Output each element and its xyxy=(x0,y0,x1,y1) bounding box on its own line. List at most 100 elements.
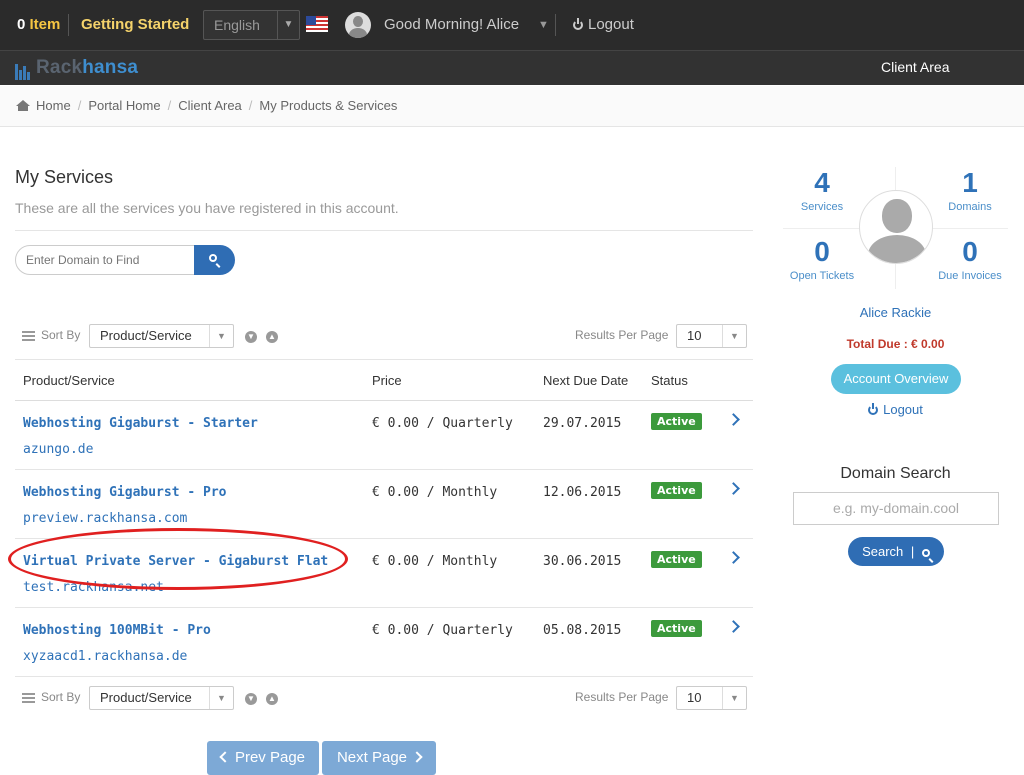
cart-count: 0 xyxy=(17,16,26,33)
chevron-down-icon: ▼ xyxy=(209,325,233,347)
search-icon xyxy=(209,254,217,262)
product-name[interactable]: Webhosting Gigaburst - Starter xyxy=(23,416,258,431)
sidebar-logout-link[interactable]: Logout xyxy=(783,402,1008,417)
cart-link[interactable]: 0 Item xyxy=(17,0,60,50)
product-domain[interactable]: azungo.de xyxy=(23,442,93,457)
results-per-page-value: 10 xyxy=(687,328,702,343)
domain-find-button[interactable] xyxy=(194,245,235,275)
results-per-page-select[interactable]: 10 ▼ xyxy=(676,324,747,348)
sort-asc-icon[interactable]: ▲ xyxy=(266,693,278,705)
breadcrumb-home[interactable]: Home xyxy=(36,98,71,113)
user-name[interactable]: Alice Rackie xyxy=(783,305,1008,320)
breadcrumb-client-area[interactable]: Client Area xyxy=(178,98,242,113)
sort-select[interactable]: Product/Service ▼ xyxy=(89,324,234,348)
product-price: € 0.00 / Quarterly xyxy=(372,623,513,638)
logo[interactable]: Rackhansa xyxy=(15,57,138,80)
product-domain[interactable]: test.rackhansa.net xyxy=(23,580,164,595)
sort-desc-icon[interactable]: ▼ xyxy=(245,331,257,343)
breadcrumb-current: My Products & Services xyxy=(259,98,398,113)
stat-due-invoices-value: 0 xyxy=(962,236,978,267)
chevron-right-icon xyxy=(411,751,423,763)
chevron-right-icon[interactable] xyxy=(727,482,740,495)
stat-domains[interactable]: 1 Domains xyxy=(914,167,1024,213)
power-icon xyxy=(573,18,583,30)
title-divider xyxy=(15,230,753,231)
chevron-right-icon[interactable] xyxy=(727,551,740,564)
logo-bars-icon xyxy=(15,58,31,80)
stat-services-value: 4 xyxy=(814,167,830,198)
breadcrumb-separator: / xyxy=(248,98,253,113)
domain-search-title: Domain Search xyxy=(840,465,951,482)
results-per-page-label: Results Per Page xyxy=(575,328,669,342)
logout-link[interactable]: Logout xyxy=(573,0,634,50)
topbar-divider xyxy=(68,14,69,36)
stat-services[interactable]: 4 Services xyxy=(766,167,878,213)
language-select[interactable]: English ▼ xyxy=(203,10,300,40)
product-domain[interactable]: preview.rackhansa.com xyxy=(23,511,187,526)
user-avatar-icon[interactable] xyxy=(345,12,371,38)
product-name[interactable]: Webhosting 100MBit - Pro xyxy=(23,623,211,638)
stat-due-invoices-label: Due Invoices xyxy=(938,270,1002,282)
prev-page-button[interactable]: Prev Page xyxy=(207,741,319,775)
col-price[interactable]: Price xyxy=(372,373,402,388)
nav-client-area[interactable]: Client Area xyxy=(881,51,949,84)
col-next-due-date[interactable]: Next Due Date xyxy=(543,373,628,388)
product-due-date: 30.06.2015 xyxy=(543,554,622,569)
results-per-page-value: 10 xyxy=(687,690,702,705)
product-name[interactable]: Webhosting Gigaburst - Pro xyxy=(23,485,227,500)
domain-find-input[interactable] xyxy=(15,245,195,275)
product-due-date: 05.08.2015 xyxy=(543,623,622,638)
stat-domains-label: Domains xyxy=(948,201,992,213)
status-badge: Active xyxy=(651,482,702,499)
page-title: My Services xyxy=(15,167,114,187)
sort-select[interactable]: Product/Service ▼ xyxy=(89,686,234,710)
sort-by-label: Sort By xyxy=(41,690,81,704)
product-price: € 0.00 / Monthly xyxy=(372,554,498,569)
page-subtitle: These are all the services you have regi… xyxy=(15,200,399,216)
results-per-page-label: Results Per Page xyxy=(575,690,669,704)
chevron-down-icon: ▼ xyxy=(722,687,746,709)
domain-search-button[interactable]: Search | xyxy=(848,537,944,566)
stat-open-tickets-label: Open Tickets xyxy=(789,270,855,282)
stat-open-tickets[interactable]: 0 Open Tickets xyxy=(766,236,878,282)
account-overview-button[interactable]: Account Overview xyxy=(831,364,961,394)
chevron-left-icon xyxy=(219,751,231,763)
next-page-label: Next Page xyxy=(336,749,408,766)
top-bar: 0 Item Getting Started English ▼ Good Mor… xyxy=(0,0,1024,50)
chevron-right-icon[interactable] xyxy=(727,413,740,426)
logout-label: Logout xyxy=(588,16,634,33)
list-icon xyxy=(22,693,35,703)
search-icon xyxy=(921,549,930,557)
breadcrumb-separator: / xyxy=(77,98,82,113)
chevron-right-icon[interactable] xyxy=(727,620,740,633)
next-page-button[interactable]: Next Page xyxy=(322,741,436,775)
results-per-page-select[interactable]: 10 ▼ xyxy=(676,686,747,710)
status-badge: Active xyxy=(651,620,702,637)
col-product-service[interactable]: Product/Service xyxy=(23,373,115,388)
greeting-menu[interactable]: Good Morning! Alice xyxy=(384,0,519,50)
getting-started-link[interactable]: Getting Started xyxy=(81,0,189,50)
sort-desc-icon[interactable]: ▼ xyxy=(245,693,257,705)
list-icon xyxy=(22,331,35,341)
table-row[interactable]: Virtual Private Server - Gigaburst Flat … xyxy=(15,539,753,608)
breadcrumb: Home / Portal Home / Client Area / My Products… xyxy=(0,86,1024,127)
table-row[interactable]: Webhosting 100MBit - Pro xyzaacd1.rackha… xyxy=(15,608,753,677)
sort-asc-icon[interactable]: ▲ xyxy=(266,331,278,343)
domain-search-input[interactable]: e.g. my-domain.cool xyxy=(793,492,999,525)
table-row[interactable]: Webhosting Gigaburst - Pro preview.rackh… xyxy=(15,470,753,539)
col-status[interactable]: Status xyxy=(651,373,688,388)
us-flag-icon[interactable] xyxy=(306,16,328,32)
chevron-down-icon[interactable]: ▼ xyxy=(538,0,549,50)
product-name[interactable]: Virtual Private Server - Gigaburst Flat xyxy=(23,554,328,569)
prev-page-label: Prev Page xyxy=(234,749,306,766)
stat-due-invoices[interactable]: 0 Due Invoices xyxy=(914,236,1024,282)
user-avatar-icon xyxy=(859,190,933,264)
sort-bar-top: Sort By Product/Service ▼ ▼ ▲ Results Per… xyxy=(15,324,753,348)
chevron-down-icon: ▼ xyxy=(277,11,299,39)
sort-value: Product/Service xyxy=(100,690,192,705)
domain-search-separator: | xyxy=(910,544,915,559)
logo-text-rack: Rack xyxy=(36,57,83,78)
product-domain[interactable]: xyzaacd1.rackhansa.de xyxy=(23,649,187,664)
table-row[interactable]: Webhosting Gigaburst - Starter azungo.de… xyxy=(15,401,753,470)
breadcrumb-portal-home[interactable]: Portal Home xyxy=(88,98,160,113)
